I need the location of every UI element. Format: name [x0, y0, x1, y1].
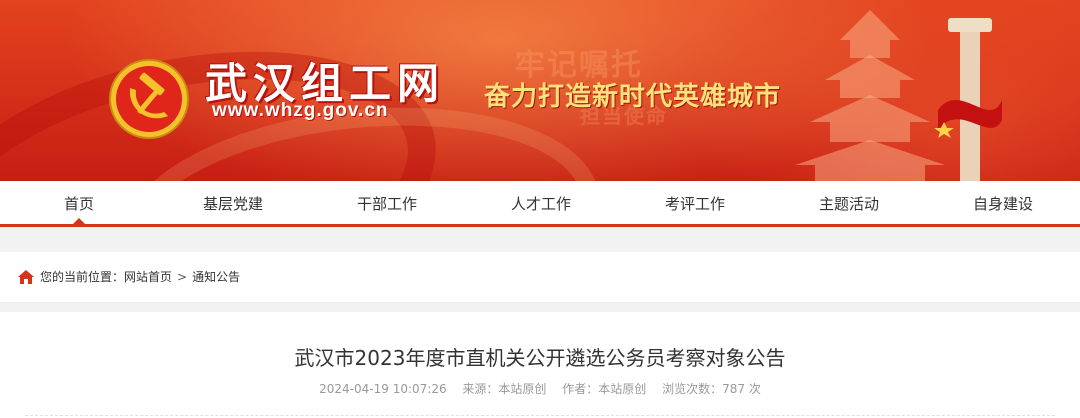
article-views: 浏览次数：787 次 [662, 382, 761, 396]
breadcrumb-bar: 您的当前位置： 网站首页 > 通知公告 [0, 252, 1080, 302]
article-meta: 2024-04-19 10:07:26 来源：本站原创 作者：本站原创 浏览次数… [0, 380, 1080, 397]
nav-item-theme-activities[interactable]: 主题活动 [772, 181, 926, 224]
site-banner: 武汉组工网 www.whzg.gov.cn 牢记嘱托 担当使命 奋力打造新时代英… [0, 0, 1080, 181]
article-title: 武汉市2023年度市直机关公开遴选公务员考察对象公告 [294, 346, 786, 370]
nav-item-grassroots-party[interactable]: 基层党建 [156, 181, 310, 224]
breadcrumb-home-link[interactable]: 网站首页 [124, 268, 172, 285]
nav-item-talent-work[interactable]: 人才工作 [464, 181, 618, 224]
nav-item-cadre-work[interactable]: 干部工作 [310, 181, 464, 224]
breadcrumb-separator: > [177, 269, 188, 284]
nav-item-self-building[interactable]: 自身建设 [926, 181, 1080, 224]
nav-item-evaluation-work[interactable]: 考评工作 [618, 181, 772, 224]
banner-slogan: 奋力打造新时代英雄城市 [484, 82, 782, 112]
nav-item-home[interactable]: 首页 [2, 181, 156, 225]
article-header: 武汉市2023年度市直机关公开遴选公务员考察对象公告 2024-04-19 10… [0, 312, 1080, 418]
article-date: 2024-04-19 10:07:26 [319, 382, 447, 396]
breadcrumb-prefix: 您的当前位置： [40, 270, 125, 284]
main-nav: 首页 基层党建 干部工作 人才工作 考评工作 主题活动 自身建设 [0, 181, 1080, 227]
party-emblem-icon [109, 59, 189, 139]
article-divider [25, 415, 1055, 416]
huabiao-pillar-illustration [934, 18, 1002, 181]
article-source: 来源：本站原创 [462, 382, 547, 396]
article-author: 作者：本站原创 [562, 382, 647, 396]
breadcrumb: 您的当前位置： 网站首页 > 通知公告 [18, 268, 240, 285]
breadcrumb-current-link[interactable]: 通知公告 [192, 268, 240, 285]
site-url: www.whzg.gov.cn [212, 100, 389, 121]
home-icon [18, 269, 34, 284]
